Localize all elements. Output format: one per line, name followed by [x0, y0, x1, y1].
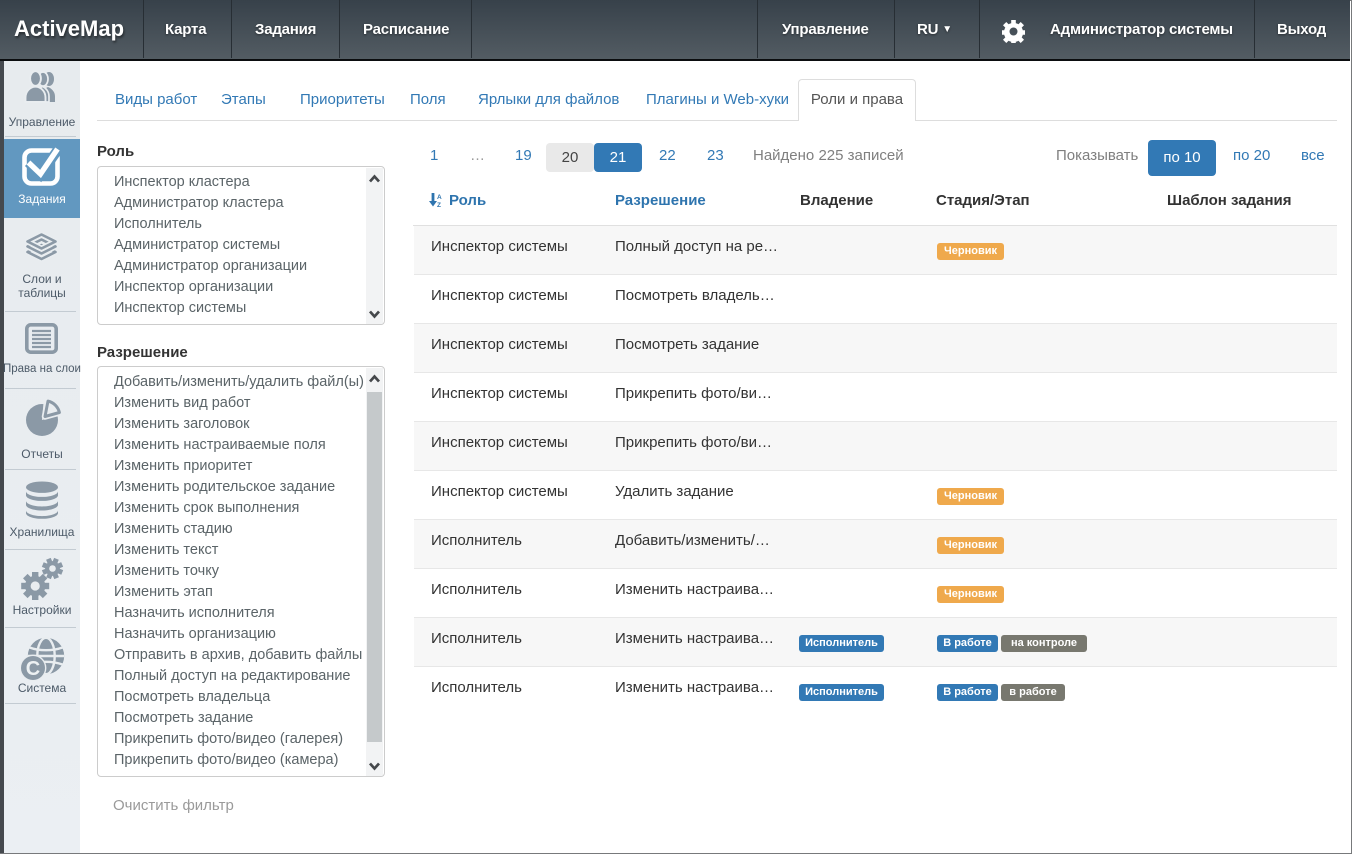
- svg-text:Z: Z: [437, 202, 441, 207]
- svg-text:A: A: [437, 194, 442, 201]
- svg-text:C: C: [26, 658, 40, 680]
